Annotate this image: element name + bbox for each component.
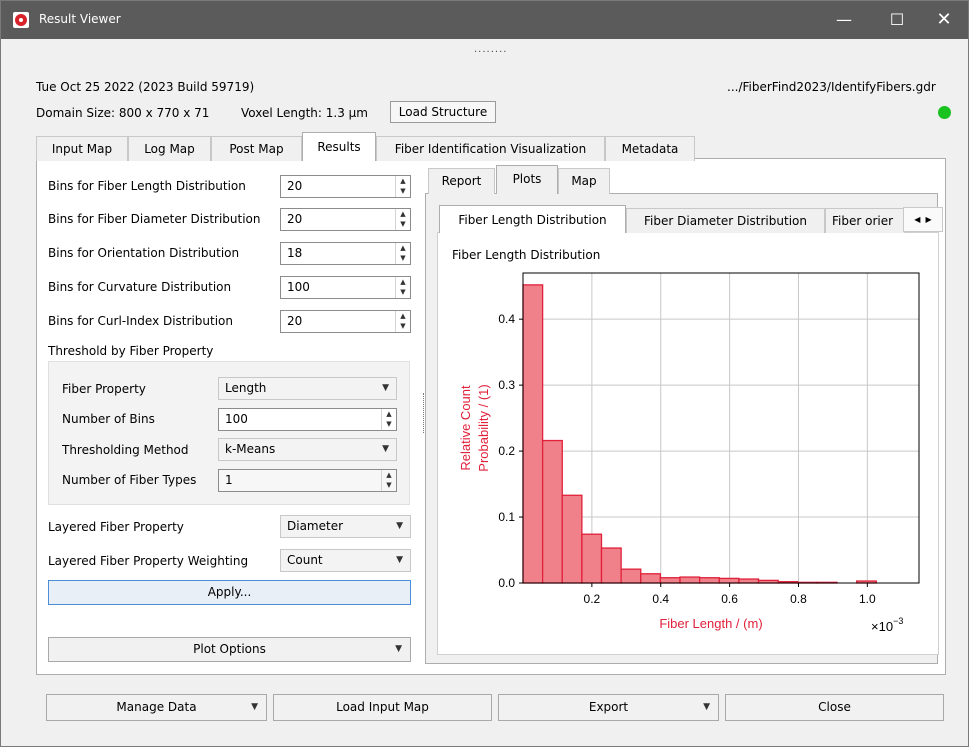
load-input-map-button[interactable]: Load Input Map <box>273 694 492 721</box>
thresholding-method-label: Thresholding Method <box>62 443 189 457</box>
export-label: Export <box>588 700 629 714</box>
chevron-down-icon: ▼ <box>382 383 389 393</box>
chevron-down-icon: ▼ <box>382 444 389 454</box>
bins-curvature-label: Bins for Curvature Distribution <box>48 280 232 294</box>
tab-map[interactable]: Map <box>558 168 610 194</box>
chevron-down-icon: ▼ <box>395 644 402 654</box>
fiber-property-dropdown[interactable]: Length ▼ <box>218 377 397 400</box>
chevron-down-icon: ▼ <box>251 702 258 712</box>
manage-data-label: Manage Data <box>116 700 197 714</box>
load-structure-button[interactable]: Load Structure <box>390 101 496 123</box>
chevron-right-icon[interactable]: ▶ <box>926 215 932 224</box>
number-of-fiber-types-spinbox[interactable]: 1 ▲ ▼ <box>218 469 397 492</box>
bins-curl-index-label: Bins for Curl-Index Distribution <box>48 314 233 328</box>
chevron-down-icon: ▼ <box>703 702 710 712</box>
bins-orientation-value: 18 <box>287 246 303 260</box>
fiber-property-label: Fiber Property <box>62 382 146 396</box>
spin-arrows-icon[interactable]: ▲ ▼ <box>395 311 410 332</box>
spin-arrows-icon[interactable]: ▲ ▼ <box>395 277 410 298</box>
build-datetime: Tue Oct 25 2022 (2023 Build 59719) <box>36 80 255 94</box>
bins-orientation-label: Bins for Orientation Distribution <box>48 246 240 260</box>
layered-weighting-dropdown[interactable]: Count ▼ <box>280 549 411 572</box>
tab-fiber-diameter-distribution[interactable]: Fiber Diameter Distribution <box>626 208 825 233</box>
fiber-property-value: Length <box>225 381 267 395</box>
layered-weighting-label: Layered Fiber Property Weighting <box>48 554 249 568</box>
window-title: Result Viewer <box>39 12 121 26</box>
number-of-bins-value: 100 <box>225 412 248 426</box>
spin-arrows-icon[interactable]: ▲ ▼ <box>395 176 410 197</box>
number-of-fiber-types-value: 1 <box>225 473 233 487</box>
domain-size: Domain Size: 800 x 770 x 71 <box>36 106 210 120</box>
status-indicator <box>938 106 951 119</box>
maximize-button[interactable]: ☐ <box>874 1 920 39</box>
plot-options-label: Plot Options <box>193 642 266 656</box>
chevron-down-icon: ▼ <box>396 555 403 565</box>
bins-curvature-spinbox[interactable]: 100 ▲ ▼ <box>280 276 411 299</box>
thresholding-method-dropdown[interactable]: k-Means ▼ <box>218 438 397 461</box>
spin-arrows-icon[interactable]: ▲ ▼ <box>381 470 396 491</box>
bins-curl-index-value: 20 <box>287 314 303 328</box>
bins-fiber-length-spinbox[interactable]: 20 ▲ ▼ <box>280 175 411 198</box>
tab-report[interactable]: Report <box>428 168 495 194</box>
tab-fiber-length-distribution[interactable]: Fiber Length Distribution <box>439 205 626 233</box>
spin-arrows-icon[interactable]: ▲ ▼ <box>395 209 410 230</box>
tab-plots[interactable]: Plots <box>496 165 558 194</box>
splitter-grip[interactable]: ........ <box>474 44 507 55</box>
app-logo-icon <box>13 12 29 28</box>
spin-arrows-icon[interactable]: ▲ ▼ <box>381 409 396 430</box>
tab-input-map[interactable]: Input Map <box>36 136 128 161</box>
layered-property-label: Layered Fiber Property <box>48 520 184 534</box>
bins-fiber-diameter-value: 20 <box>287 212 303 226</box>
thresholding-method-value: k-Means <box>225 442 276 456</box>
bins-curvature-value: 100 <box>287 280 310 294</box>
title-bar: Result Viewer — ☐ ✕ <box>1 1 968 39</box>
plot-area-frame <box>437 232 939 655</box>
tab-results[interactable]: Results <box>302 132 376 161</box>
file-path: .../FiberFind2023/IdentifyFibers.gdr <box>727 80 936 94</box>
threshold-heading: Threshold by Fiber Property <box>48 344 214 358</box>
bins-fiber-diameter-spinbox[interactable]: 20 ▲ ▼ <box>280 208 411 231</box>
tab-metadata[interactable]: Metadata <box>605 136 695 161</box>
tab-scroll-arrows[interactable]: ◀ ▶ <box>903 207 943 232</box>
manage-data-button[interactable]: Manage Data ▼ <box>46 694 267 721</box>
tab-fiber-identification-visualization[interactable]: Fiber Identification Visualization <box>376 136 605 161</box>
chevron-down-icon: ▼ <box>396 521 403 531</box>
apply-button[interactable]: Apply... <box>48 580 411 605</box>
close-window-button[interactable]: ✕ <box>921 1 967 39</box>
layered-weighting-value: Count <box>287 553 323 567</box>
close-button[interactable]: Close <box>725 694 944 721</box>
bins-fiber-length-label: Bins for Fiber Length Distribution <box>48 179 246 193</box>
number-of-bins-spinbox[interactable]: 100 ▲ ▼ <box>218 408 397 431</box>
bins-orientation-spinbox[interactable]: 18 ▲ ▼ <box>280 242 411 265</box>
layered-property-value: Diameter <box>287 519 344 533</box>
bins-fiber-length-value: 20 <box>287 179 303 193</box>
minimize-button[interactable]: — <box>821 1 867 39</box>
layered-property-dropdown[interactable]: Diameter ▼ <box>280 515 411 538</box>
tab-fiber-orientation[interactable]: Fiber orier <box>825 208 905 233</box>
voxel-length: Voxel Length: 1.3 µm <box>241 106 368 120</box>
tab-post-map[interactable]: Post Map <box>211 136 302 161</box>
export-button[interactable]: Export ▼ <box>498 694 719 721</box>
bins-fiber-diameter-label: Bins for Fiber Diameter Distribution <box>48 212 261 226</box>
plot-title: Fiber Length Distribution <box>452 248 601 262</box>
plot-options-button[interactable]: Plot Options ▼ <box>48 637 411 662</box>
number-of-fiber-types-label: Number of Fiber Types <box>62 473 197 487</box>
number-of-bins-label: Number of Bins <box>62 412 155 426</box>
chevron-left-icon[interactable]: ◀ <box>914 215 920 224</box>
bins-curl-index-spinbox[interactable]: 20 ▲ ▼ <box>280 310 411 333</box>
tab-log-map[interactable]: Log Map <box>128 136 211 161</box>
spin-arrows-icon[interactable]: ▲ ▼ <box>395 243 410 264</box>
